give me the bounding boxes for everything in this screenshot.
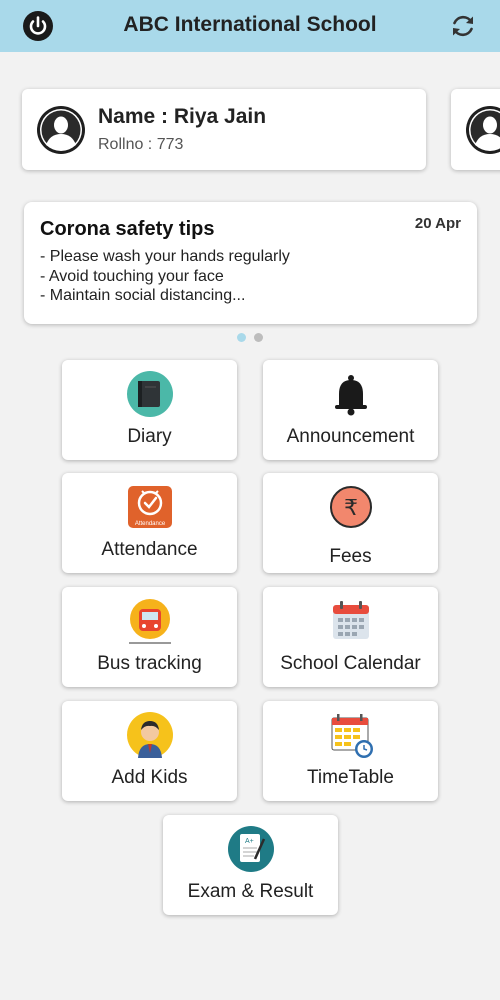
school-calendar-tile[interactable]: School Calendar [263, 587, 438, 687]
attendance-icon: Attendance [127, 486, 172, 528]
add-kids-tile[interactable]: Add Kids [62, 701, 237, 801]
bus-icon [128, 599, 171, 644]
announcement-label: Announcement [286, 426, 415, 447]
rupee-icon: ₹ [329, 486, 372, 528]
student-profile-card-next[interactable] [451, 89, 500, 170]
exam-grade-text: A+ [245, 838, 254, 845]
page-title: ABC International School [123, 13, 377, 36]
exam-result-label: Exam & Result [187, 881, 314, 902]
notice-line: - Maintain social distancing... [40, 287, 246, 304]
kid-icon [126, 712, 173, 758]
fees-label: Fees [329, 546, 372, 567]
student-profile-card[interactable]: Name : Riya Jain Rollno : 773 [22, 89, 426, 170]
user-avatar-icon [466, 106, 500, 154]
diary-icon [126, 371, 173, 417]
notice-card[interactable]: Corona safety tips 20 Apr - Please wash … [24, 202, 477, 324]
notice-title: Corona safety tips [40, 218, 215, 240]
exam-result-icon: A+ [227, 826, 274, 872]
add-kids-label: Add Kids [111, 767, 188, 788]
app-header: ABC International School [0, 0, 500, 52]
timetable-label: TimeTable [307, 767, 394, 788]
announcement-tile[interactable]: Announcement [263, 360, 438, 460]
bell-icon [334, 375, 367, 416]
bus-tracking-tile[interactable]: Bus tracking [62, 587, 237, 687]
student-name: Name : Riya Jain [98, 105, 267, 128]
student-roll-number: Rollno : 773 [98, 136, 184, 153]
exam-result-tile[interactable]: A+ Exam & Result [163, 815, 338, 915]
calendar-icon [332, 601, 369, 639]
carousel-indicator [0, 333, 500, 343]
notice-line: - Avoid touching your face [40, 267, 224, 285]
attendance-label: Attendance [101, 539, 198, 560]
notice-body: - Please wash your hands regularly - Avo… [40, 247, 290, 306]
refresh-icon[interactable] [447, 10, 479, 42]
attendance-tile[interactable]: Attendance Attendance [62, 473, 237, 573]
notice-date: 20 Apr [414, 215, 461, 232]
carousel-dot-active[interactable] [237, 333, 246, 342]
user-avatar-icon [37, 106, 85, 154]
fees-tile[interactable]: ₹ Fees [263, 473, 438, 573]
diary-tile[interactable]: Diary [62, 360, 237, 460]
diary-label: Diary [127, 426, 172, 447]
carousel-dot[interactable] [254, 333, 263, 342]
notice-line: - Please wash your hands regularly [40, 248, 290, 265]
rupee-symbol: ₹ [344, 496, 358, 521]
school-calendar-label: School Calendar [280, 653, 421, 674]
timetable-tile[interactable]: TimeTable [263, 701, 438, 801]
timetable-icon [331, 714, 373, 758]
bus-tracking-label: Bus tracking [97, 653, 202, 674]
attendance-badge-text: Attendance [134, 521, 165, 527]
